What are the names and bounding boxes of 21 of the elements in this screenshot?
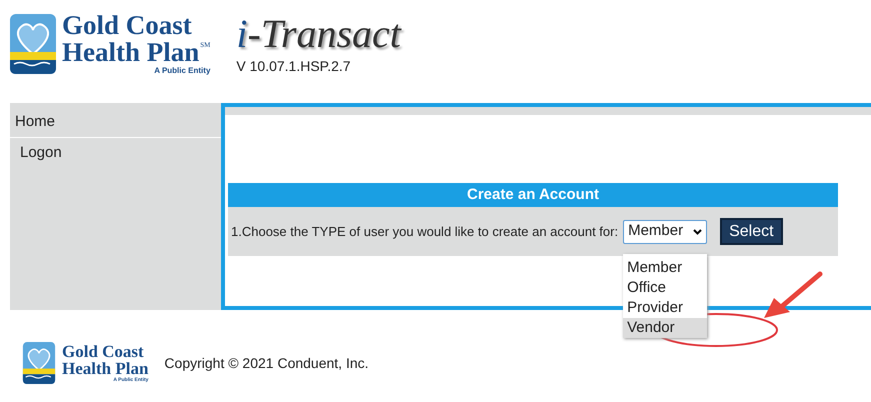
dropdown-option[interactable]: Member: [623, 258, 708, 278]
panel-header: Create an Account: [228, 183, 838, 207]
logo-text: Health Plan: [62, 39, 200, 66]
logo-text: Gold Coast: [62, 12, 193, 39]
user-type-dropdown[interactable]: Member: [623, 220, 708, 244]
app-name: i-Transact: [236, 14, 401, 54]
dropdown-option[interactable]: Office: [623, 278, 708, 298]
sidebar-item[interactable]: Logon: [10, 138, 221, 168]
copyright-text: Copyright © 2021 Conduent, Inc.: [164, 354, 369, 373]
logo-tagline: A Public Entity: [154, 67, 210, 75]
logo-text: Gold Coast: [62, 343, 145, 360]
dropdown-option[interactable]: Vendor: [623, 318, 708, 338]
chevron-down-icon: [693, 228, 702, 234]
select-button[interactable]: Select: [720, 218, 783, 245]
dropdown-option[interactable]: Provider: [623, 298, 708, 318]
prompt-text: 1.Choose the TYPE of user you would like to create an account for:: [231, 222, 618, 241]
heart-logo-icon: [22, 342, 56, 384]
heart-logo-icon: [10, 14, 56, 74]
sidebar-item[interactable]: Home: [10, 108, 221, 138]
version-text: V 10.07.1.HSP.2.7: [236, 57, 352, 76]
logo-text: Health Plan: [62, 360, 148, 377]
